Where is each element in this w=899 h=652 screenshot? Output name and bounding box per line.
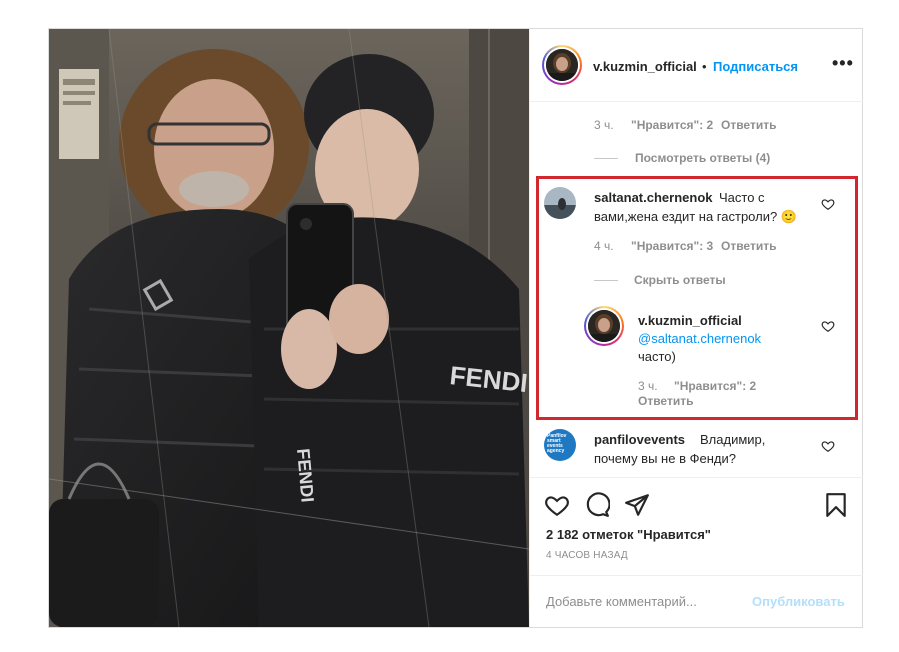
commenter-avatar[interactable] [544, 187, 576, 219]
hide-replies-button[interactable]: Скрыть ответы [634, 273, 726, 287]
comment-time: 3 ч. [594, 118, 614, 132]
comment-bubble-icon[interactable] [584, 492, 610, 518]
commenter-avatar-image [544, 187, 576, 219]
view-replies-button[interactable]: Посмотреть ответы (4) [635, 151, 770, 165]
post-header: v.kuzmin_official • Подписаться ••• [530, 29, 863, 102]
comment-likes[interactable]: "Нравится": 2 [631, 118, 713, 132]
post-actions: 2 182 отметок "Нравится" 4 ЧАСОВ НАЗАД [530, 477, 863, 576]
comment-text-line1: Владимир, [700, 432, 766, 447]
commenter-username[interactable]: panfilovevents [594, 432, 685, 447]
comment-time: 4 ч. [594, 239, 614, 253]
comment-likes[interactable]: "Нравится": 3 [631, 239, 713, 253]
elevator-selfie-image: FENDI FENDI [49, 29, 529, 627]
post-photo[interactable]: FENDI FENDI [49, 29, 529, 627]
comment-like-heart-icon[interactable] [821, 439, 835, 453]
commenter-username[interactable]: saltanat.chernenok [594, 190, 713, 205]
reply-time: 3 ч. [638, 379, 658, 393]
reply-author-avatar[interactable] [584, 306, 624, 346]
reply-likes[interactable]: "Нравится": 2 [674, 379, 756, 393]
likes-count[interactable]: 2 182 отметок "Нравится" [546, 527, 711, 542]
follow-button[interactable]: Подписаться [713, 59, 798, 74]
comment-text-line2: почему вы не в Фенди? [594, 451, 736, 466]
comment-text-line2: вами,жена ездит на гастроли? 🙂 [594, 209, 797, 224]
reply-like-heart-icon[interactable] [821, 319, 835, 333]
comment-like-heart-icon[interactable] [821, 197, 835, 211]
comment-reply-button[interactable]: Ответить [721, 239, 776, 253]
post-timestamp[interactable]: 4 ЧАСОВ НАЗАД [546, 550, 628, 561]
commenter-avatar-logo-text: Panfilov smart events agency [547, 433, 567, 454]
reply-reply-button[interactable]: Ответить [638, 394, 693, 408]
commenter-avatar[interactable]: Panfilov smart events agency [544, 429, 576, 461]
reply-author-avatar-image [588, 310, 620, 342]
author-username[interactable]: v.kuzmin_official [593, 59, 697, 74]
replies-divider [594, 280, 618, 281]
comment-input[interactable]: Добавьте комментарий... [546, 594, 697, 609]
author-avatar[interactable] [542, 45, 582, 85]
like-heart-icon[interactable] [544, 492, 570, 518]
author-avatar-image [546, 49, 578, 81]
save-bookmark-icon[interactable] [823, 492, 849, 518]
more-horizontal-icon[interactable]: ••• [832, 53, 854, 74]
reply-username[interactable]: v.kuzmin_official [638, 313, 742, 328]
comment-text-line1: Часто с [719, 190, 765, 205]
publish-button[interactable]: Опубликовать [752, 594, 845, 609]
share-paper-plane-icon[interactable] [624, 492, 650, 518]
post-side-panel: v.kuzmin_official • Подписаться ••• 3 ч.… [529, 29, 863, 627]
post-card: FENDI FENDI v.kuzmin_official • Подписат… [48, 28, 863, 628]
header-separator: • [702, 59, 707, 74]
add-comment-bar: Добавьте комментарий... Опубликовать [530, 575, 863, 628]
reply-mention-link[interactable]: @saltanat.chernenok [638, 331, 761, 346]
comment-reply-button[interactable]: Ответить [721, 118, 776, 132]
replies-divider [594, 158, 618, 159]
reply-text: часто) [638, 349, 676, 364]
